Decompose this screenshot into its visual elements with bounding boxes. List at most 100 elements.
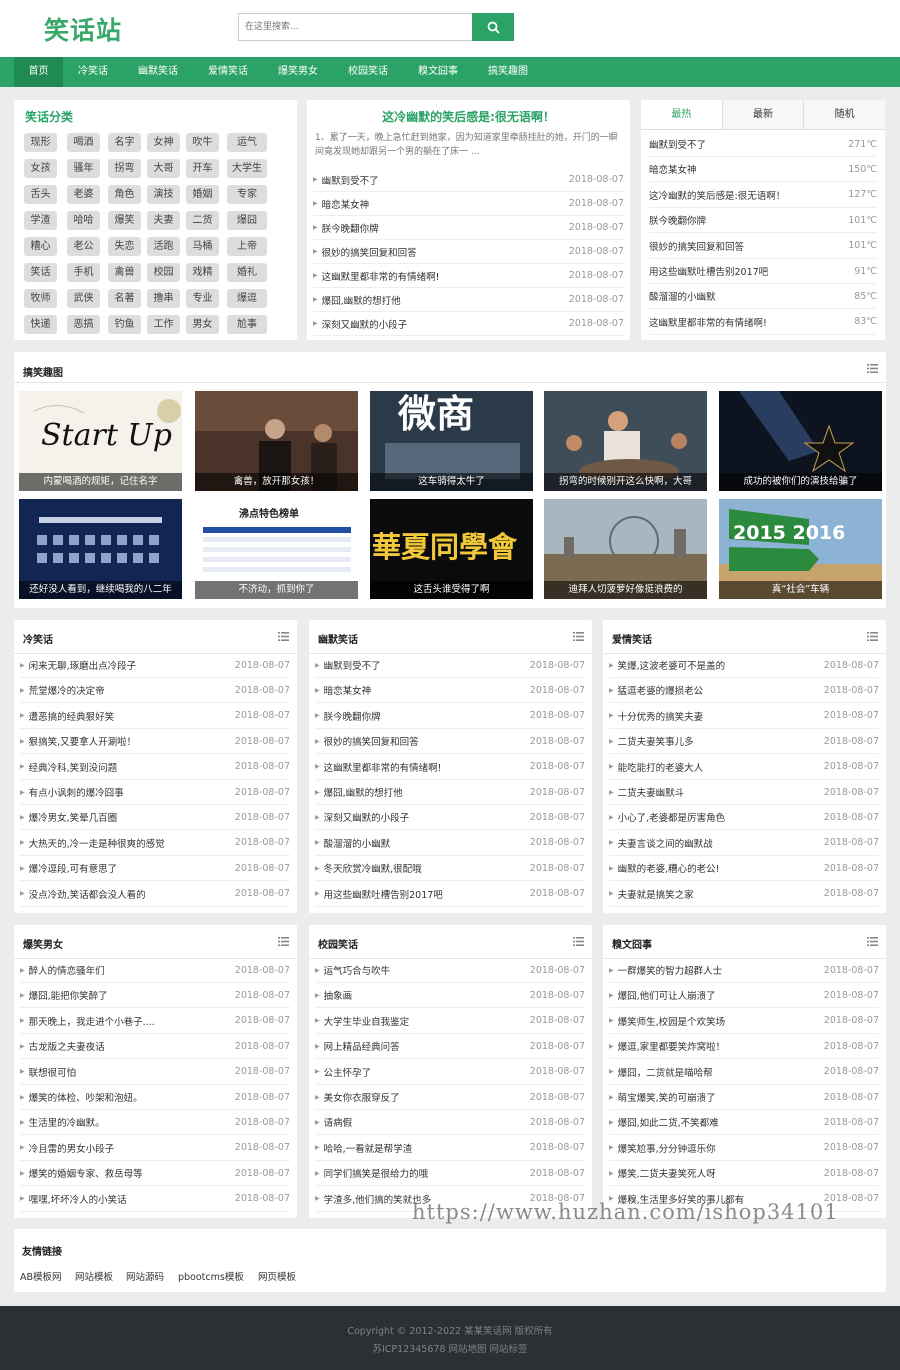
category-tag[interactable]: 拐弯 <box>108 159 141 178</box>
category-tag[interactable]: 大学生 <box>227 159 267 178</box>
item-title[interactable]: 请病假 <box>324 1115 530 1129</box>
list-item[interactable]: ▶ 能吃能打的老婆大人 2018-08-07 <box>609 755 879 780</box>
category-tag[interactable]: 撸串 <box>147 289 180 308</box>
search-input[interactable] <box>238 13 472 41</box>
list-item[interactable]: ▶ 萌宝爆笑,笑的可崩溃了 2018-08-07 <box>609 1085 879 1110</box>
category-tag[interactable]: 老公 <box>67 237 100 256</box>
item-title[interactable]: 爆笑的婚姻专家、救岳母等 <box>29 1166 235 1180</box>
ranking-item[interactable]: 暗恋某女神 150℃ <box>649 157 877 183</box>
list-item[interactable]: ▶ 闲来无聊,琢磨出点冷段子 2018-08-07 <box>20 653 290 678</box>
featured-title[interactable]: 这冷幽默的笑后感是:很无语啊！ <box>307 108 630 125</box>
gallery-item[interactable]: Start Up 内蒙喝酒的规矩，记住名字 <box>19 391 182 491</box>
item-title[interactable]: 十分优秀的搞笑夫妻 <box>618 709 824 723</box>
list-icon[interactable] <box>867 632 878 641</box>
friend-link[interactable]: 网页模板 <box>258 1269 296 1283</box>
item-title[interactable]: 同学们搞笑是很给力的哦 <box>324 1166 530 1180</box>
item-title[interactable]: 爆笑的体检、吵架和泡妞。 <box>29 1090 235 1104</box>
category-tag[interactable]: 现形 <box>24 133 57 152</box>
section-title[interactable]: 校园笑话 <box>318 936 358 951</box>
category-tag[interactable]: 角色 <box>108 185 141 204</box>
tab-hottest[interactable]: 最热 <box>641 100 722 129</box>
gallery-item[interactable]: 微商 这车骑得太牛了 <box>370 391 533 491</box>
category-tag[interactable]: 校园 <box>147 263 180 282</box>
list-item[interactable]: ▶ 爆囧，二货就是喵哈帮 2018-08-07 <box>609 1060 879 1085</box>
list-icon[interactable] <box>573 632 584 641</box>
category-tag[interactable]: 爆囧 <box>227 211 267 230</box>
gallery-item[interactable]: 沸点特色榜单 不济动，抓到你了 <box>195 499 358 599</box>
list-item[interactable]: ▶ 同学们搞笑是很给力的哦 2018-08-07 <box>315 1161 585 1187</box>
list-item[interactable]: ▶ 酸溜溜的小幽默 2018-08-07 <box>315 831 585 856</box>
list-item[interactable]: ▶ 嘿嘿,坏坏冷人的小笑话 2018-08-07 <box>20 1187 290 1212</box>
item-title[interactable]: 酸溜溜的小幽默 <box>649 289 854 303</box>
item-title[interactable]: 二货夫妻幽默斗 <box>618 785 824 799</box>
item-title[interactable]: 能吃能打的老婆大人 <box>618 760 824 774</box>
friend-link[interactable]: AB模板网 <box>20 1269 62 1283</box>
item-title[interactable]: 冷且雷的男女小段子 <box>29 1141 235 1155</box>
item-title[interactable]: 爆囧,能把你笑醉了 <box>29 988 235 1002</box>
item-title[interactable]: 朕今晚翻你牌 <box>649 213 848 227</box>
item-title[interactable]: 爆囧,如此二货,不笑都难 <box>618 1115 824 1129</box>
item-title[interactable]: 这幽默里都非常的有情绪啊! <box>324 760 530 774</box>
category-tag[interactable]: 吹牛 <box>186 133 219 152</box>
list-item[interactable]: ▶ 二货夫妻幽默斗 2018-08-07 <box>609 780 879 805</box>
list-item[interactable]: ▶ 朕今晚翻你牌 2018-08-07 <box>313 216 624 240</box>
list-item[interactable]: ▶ 联想很可怕 2018-08-07 <box>20 1060 290 1085</box>
gallery-item[interactable]: 成功的被你们的演技给骗了 <box>719 391 882 491</box>
item-title[interactable]: 爆笑师生,校园是个欢笑场 <box>618 1014 824 1028</box>
item-title[interactable]: 暗恋某女神 <box>649 162 848 176</box>
category-tag[interactable]: 失恋 <box>108 237 141 256</box>
item-title[interactable]: 抽象画 <box>324 988 530 1002</box>
friend-link[interactable]: 网站源码 <box>126 1269 164 1283</box>
item-title[interactable]: 幽默的老婆,糟心的老公! <box>618 861 824 875</box>
category-tag[interactable]: 钓鱼 <box>108 315 141 334</box>
item-title[interactable]: 幽默到受不了 <box>324 658 530 672</box>
gallery-item[interactable]: 还好没人看到，继续喝我的八二年 <box>19 499 182 599</box>
list-item[interactable]: ▶ 朕今晚翻你牌 2018-08-07 <box>315 704 585 729</box>
item-title[interactable]: 爆笑尬事,分分钟逗乐你 <box>618 1141 824 1155</box>
item-title[interactable]: 嘿嘿,坏坏冷人的小笑话 <box>29 1192 235 1206</box>
item-title[interactable]: 很妙的搞笑回复和回答 <box>649 239 848 253</box>
category-tag[interactable]: 演技 <box>147 185 180 204</box>
category-tag[interactable]: 戏精 <box>186 263 219 282</box>
list-item[interactable]: ▶ 爆囧,能把你笑醉了 2018-08-07 <box>20 983 290 1009</box>
category-tag[interactable]: 上帝 <box>227 237 267 256</box>
item-title[interactable]: 夫妻就是搞笑之家 <box>618 887 824 901</box>
list-item[interactable]: ▶ 夫妻就是搞笑之家 2018-08-07 <box>609 882 879 907</box>
category-tag[interactable]: 夫妻 <box>147 211 180 230</box>
category-tag[interactable]: 快递 <box>24 315 57 334</box>
list-item[interactable]: ▶ 很妙的搞笑回复和回答 2018-08-07 <box>315 729 585 755</box>
list-item[interactable]: ▶ 猛逗老婆的爆损老公 2018-08-07 <box>609 678 879 704</box>
list-item[interactable]: ▶ 生活里的冷幽默。 2018-08-07 <box>20 1110 290 1136</box>
item-title[interactable]: 猛逗老婆的爆损老公 <box>618 683 824 697</box>
list-item[interactable]: ▶ 一群爆笑的智力超群人士 2018-08-07 <box>609 958 879 983</box>
list-item[interactable]: ▶ 爆笑的婚姻专家、救岳母等 2018-08-07 <box>20 1161 290 1187</box>
list-icon[interactable] <box>573 937 584 946</box>
category-tag[interactable]: 名字 <box>108 133 141 152</box>
list-item[interactable]: ▶ 古龙版之夫妻夜话 2018-08-07 <box>20 1034 290 1060</box>
list-item[interactable]: ▶ 爆笑师生,校园是个欢笑场 2018-08-07 <box>609 1009 879 1034</box>
category-tag[interactable]: 马桶 <box>186 237 219 256</box>
list-item[interactable]: ▶ 没点冷劲,笑话都会没人看的 2018-08-07 <box>20 882 290 907</box>
list-item[interactable]: ▶ 爆逗,家里都要笑炸窝啦！ 2018-08-07 <box>609 1034 879 1060</box>
item-title[interactable]: 运气巧合与吹牛 <box>324 963 530 977</box>
item-title[interactable]: 冬天欣赏冷幽默,很配哦 <box>324 861 530 875</box>
item-title[interactable]: 暗恋某女神 <box>322 197 569 211</box>
list-item[interactable]: ▶ 深刻又幽默的小段子 2018-08-07 <box>313 312 624 336</box>
list-item[interactable]: ▶ 有点小讽刺的爆冷囧事 2018-08-07 <box>20 780 290 805</box>
list-item[interactable]: ▶ 爆冷逗段,可有意思了 2018-08-07 <box>20 856 290 882</box>
category-tag[interactable]: 笑话 <box>24 263 57 282</box>
item-title[interactable]: 爆逗,家里都要笑炸窝啦！ <box>618 1039 824 1053</box>
list-item[interactable]: ▶ 二货夫妻笑事儿多 2018-08-07 <box>609 729 879 755</box>
list-item[interactable]: ▶ 幽默的老婆,糟心的老公! 2018-08-07 <box>609 856 879 882</box>
item-title[interactable]: 酸溜溜的小幽默 <box>324 836 530 850</box>
category-tag[interactable]: 女孩 <box>24 159 57 178</box>
item-title[interactable]: 这幽默里都非常的有情绪啊! <box>649 315 854 329</box>
list-item[interactable]: ▶ 这幽默里都非常的有情绪啊! 2018-08-07 <box>313 264 624 288</box>
list-item[interactable]: ▶ 爆笑尬事,分分钟逗乐你 2018-08-07 <box>609 1136 879 1161</box>
category-tag[interactable]: 婚姻 <box>186 185 219 204</box>
gallery-item[interactable]: 2015 2016 真“社会”车辆 <box>719 499 882 599</box>
category-tag[interactable]: 专家 <box>227 185 267 204</box>
nav-humor-jokes[interactable]: 幽默笑话 <box>126 57 190 87</box>
category-tag[interactable]: 哈哈 <box>67 211 100 230</box>
list-item[interactable]: ▶ 冬天欣赏冷幽默,很配哦 2018-08-07 <box>315 856 585 882</box>
